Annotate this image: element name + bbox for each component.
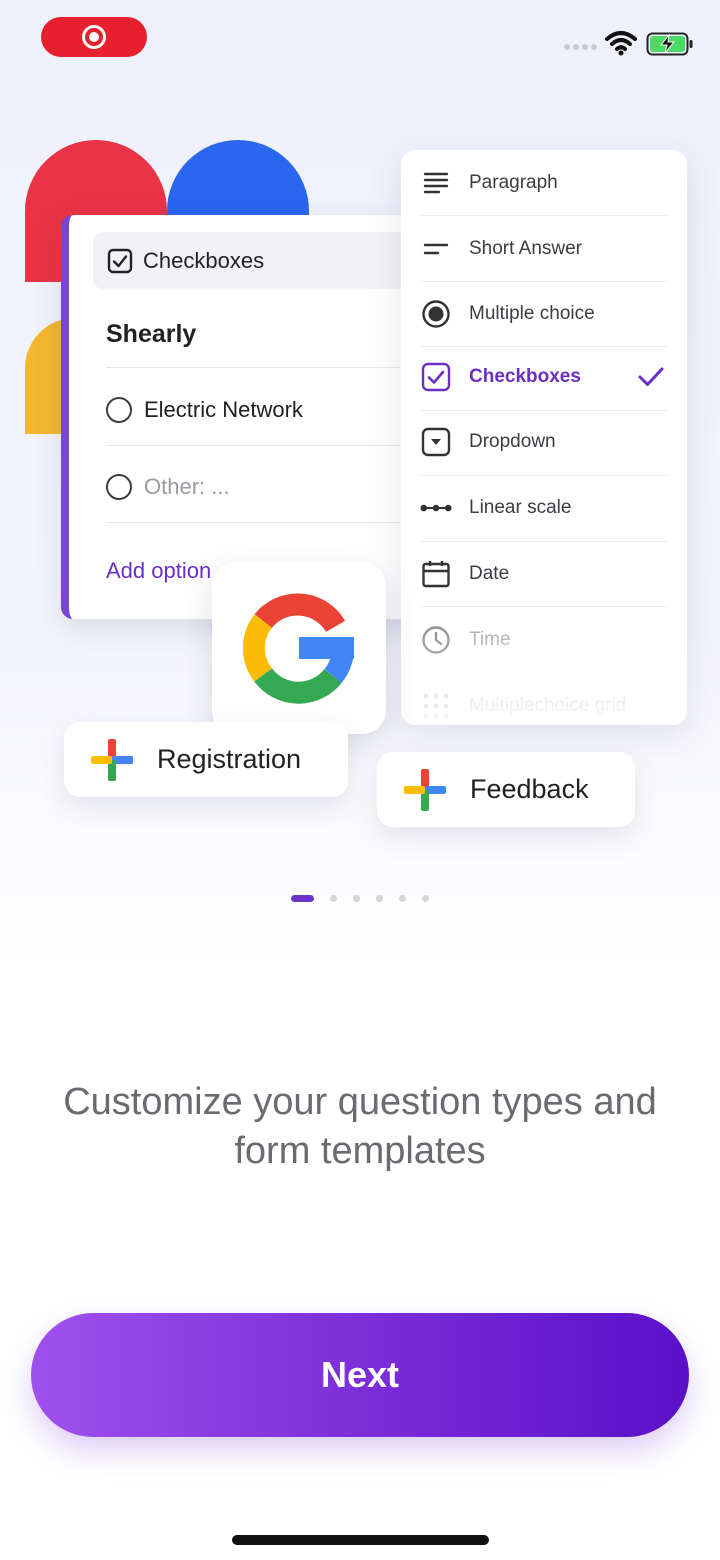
menu-item-label: Checkboxes bbox=[469, 366, 581, 387]
page-dot-active[interactable] bbox=[291, 895, 314, 902]
template-chip-label: Feedback bbox=[470, 774, 589, 804]
linear-scale-icon bbox=[420, 492, 452, 524]
radio-button-icon bbox=[420, 298, 452, 330]
menu-item-multiple-choice-grid[interactable]: Multiplechoice grid bbox=[401, 673, 687, 725]
menu-item-label: Multiplechoice grid bbox=[469, 695, 627, 716]
menu-item-label: Dropdown bbox=[469, 431, 556, 452]
page-dot[interactable] bbox=[422, 895, 429, 902]
question-type-selector[interactable]: Checkboxes bbox=[93, 232, 423, 289]
question-type-menu: Paragraph Short Answer Multiple choice C… bbox=[401, 150, 687, 725]
radio-button-icon[interactable] bbox=[106, 474, 132, 500]
checkbox-icon bbox=[107, 248, 133, 273]
screen-recording-indicator[interactable] bbox=[41, 17, 147, 57]
page-dot[interactable] bbox=[330, 895, 337, 902]
menu-item-label: Multiple choice bbox=[469, 303, 595, 324]
option-row-other[interactable]: Other: ... bbox=[106, 474, 230, 500]
divider bbox=[106, 445, 436, 446]
menu-item-date[interactable]: Date bbox=[401, 541, 687, 607]
radio-button-icon[interactable] bbox=[106, 397, 132, 423]
grid-icon bbox=[420, 690, 452, 722]
menu-item-label: Linear scale bbox=[469, 497, 572, 518]
calendar-icon bbox=[420, 558, 452, 590]
onboarding-headline: Customize your question types and form t… bbox=[63, 1081, 657, 1172]
selected-check-icon bbox=[638, 367, 664, 386]
page-dot[interactable] bbox=[399, 895, 406, 902]
screen-record-icon bbox=[82, 25, 106, 49]
option-row[interactable]: Electric Network bbox=[106, 397, 303, 423]
dropdown-icon bbox=[420, 426, 452, 458]
option-label-other: Other: ... bbox=[144, 474, 230, 499]
menu-item-time[interactable]: Time bbox=[401, 607, 687, 673]
page-indicator bbox=[291, 895, 429, 902]
add-option-link[interactable]: Add option bbox=[106, 558, 211, 584]
menu-item-label: Date bbox=[469, 563, 510, 584]
next-button[interactable]: Next bbox=[31, 1313, 689, 1437]
page-dot[interactable] bbox=[376, 895, 383, 902]
question-type-label: Checkboxes bbox=[143, 247, 265, 273]
google-plus-icon bbox=[404, 768, 446, 811]
battery-charging-icon bbox=[646, 32, 693, 56]
google-logo-icon bbox=[243, 593, 355, 704]
menu-item-label: Short Answer bbox=[469, 238, 582, 259]
page-dot[interactable] bbox=[353, 895, 360, 902]
clock-icon bbox=[420, 624, 452, 656]
checkbox-icon bbox=[420, 361, 452, 393]
question-title[interactable]: Shearly bbox=[106, 320, 196, 349]
short-answer-icon bbox=[420, 233, 452, 265]
menu-item-linear-scale[interactable]: Linear scale bbox=[401, 475, 687, 541]
menu-item-checkboxes[interactable]: Checkboxes bbox=[401, 344, 687, 410]
paragraph-icon bbox=[420, 167, 452, 199]
menu-item-paragraph[interactable]: Paragraph bbox=[401, 150, 687, 216]
template-chip-feedback[interactable]: Feedback bbox=[377, 752, 635, 827]
template-chip-label: Registration bbox=[157, 744, 302, 774]
menu-item-dropdown[interactable]: Dropdown bbox=[401, 409, 687, 475]
form-question-card: Checkboxes Shearly Electric Network Othe… bbox=[61, 215, 441, 619]
divider bbox=[106, 522, 436, 523]
cellular-signal-icon bbox=[564, 44, 597, 50]
menu-item-label: Time bbox=[469, 629, 511, 650]
menu-item-short-answer[interactable]: Short Answer bbox=[401, 216, 687, 282]
template-chip-registration[interactable]: Registration bbox=[64, 722, 348, 797]
next-button-label: Next bbox=[320, 1354, 400, 1395]
google-plus-icon bbox=[91, 738, 133, 781]
google-logo-tile bbox=[212, 562, 386, 734]
wifi-icon bbox=[605, 31, 637, 56]
divider bbox=[106, 367, 436, 368]
menu-item-multiple-choice[interactable]: Multiple choice bbox=[401, 281, 687, 347]
option-label: Electric Network bbox=[144, 397, 303, 422]
home-indicator[interactable] bbox=[232, 1535, 489, 1545]
menu-item-label: Paragraph bbox=[469, 172, 558, 193]
